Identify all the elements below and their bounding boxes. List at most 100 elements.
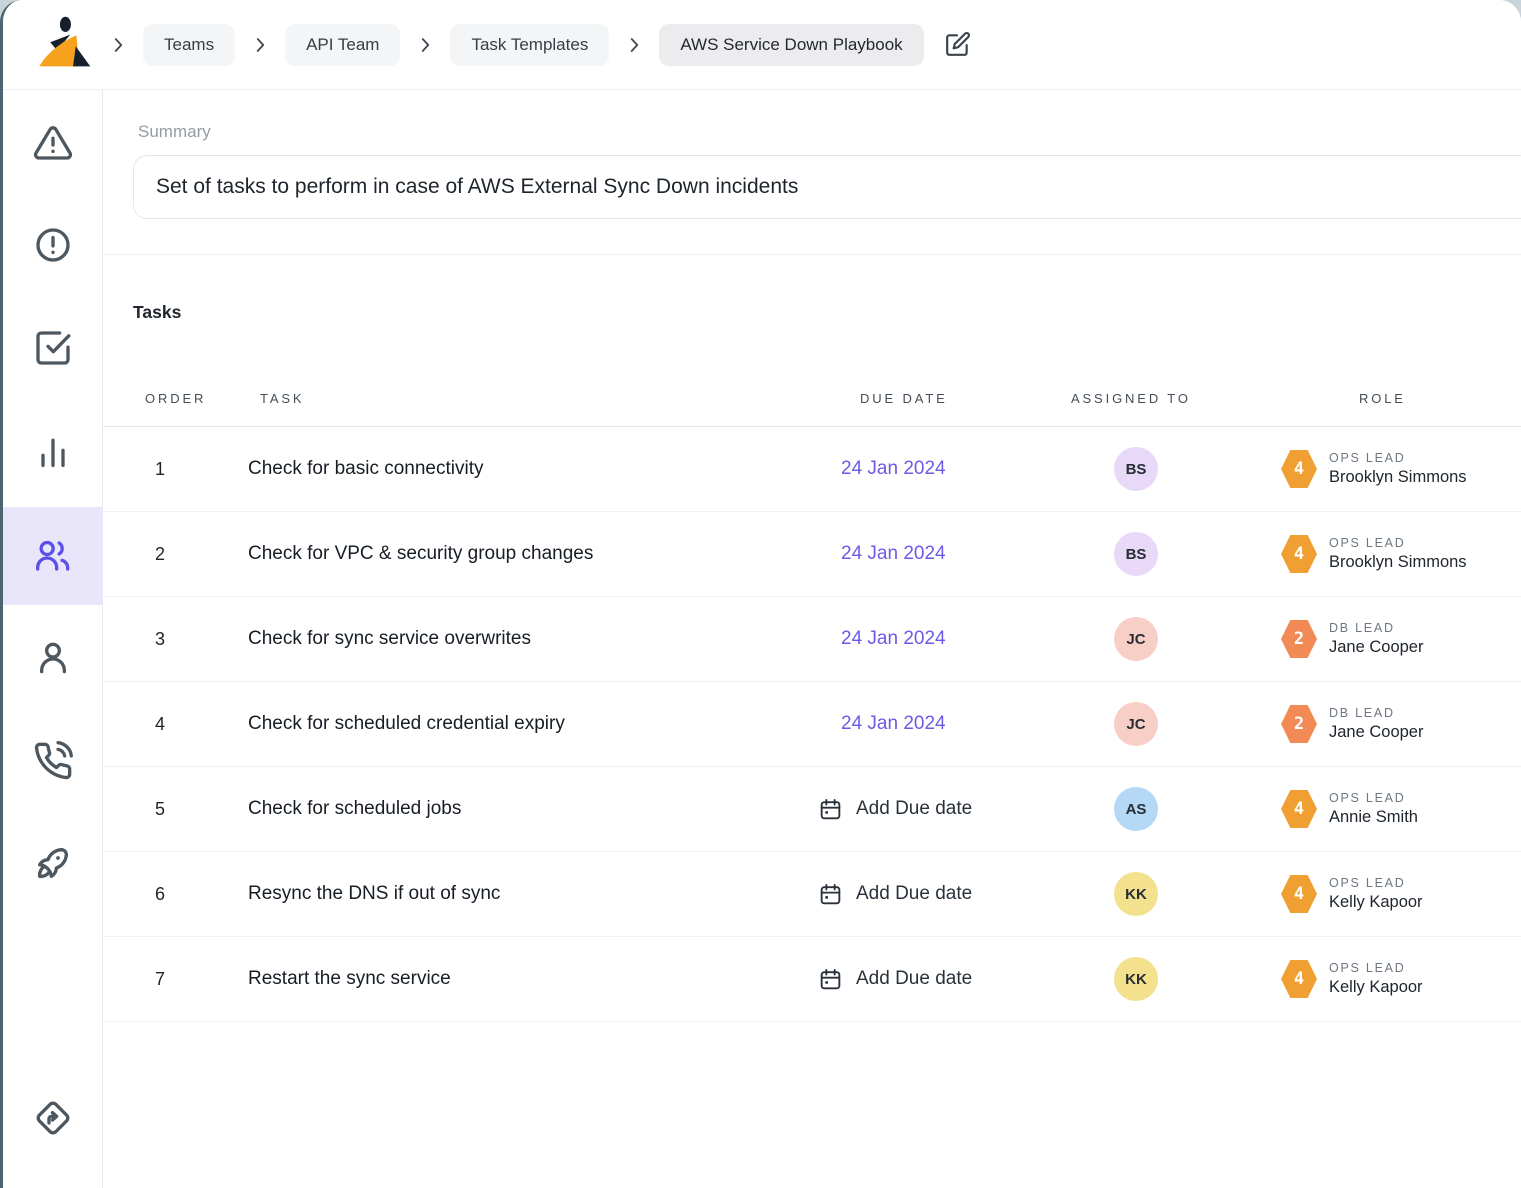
sidebar-item-incidents[interactable] — [3, 94, 103, 192]
add-due-date-button[interactable]: Add Due date — [818, 797, 972, 822]
sidebar-item-analytics[interactable] — [3, 403, 103, 501]
role-level-badge: 2 — [1281, 620, 1317, 658]
role-level: 4 — [1294, 799, 1304, 819]
role-label: OPS LEAD — [1329, 791, 1418, 805]
summary-label: Summary — [138, 122, 1521, 142]
due-date[interactable]: 24 Jan 2024 — [818, 628, 946, 650]
add-due-date-label: Add Due date — [856, 798, 972, 820]
role-level-badge: 4 — [1281, 535, 1317, 573]
sidebar-item-on-call[interactable] — [3, 712, 103, 810]
breadcrumb-item-api-team[interactable]: API Team — [285, 24, 400, 66]
assignee-avatar[interactable]: AS — [1114, 787, 1158, 831]
table-row[interactable]: 2 Check for VPC & security group changes… — [103, 512, 1521, 597]
table-row[interactable]: 3 Check for sync service overwrites 24 J… — [103, 597, 1521, 682]
sidebar-item-stakeholders[interactable] — [3, 814, 103, 912]
column-header-assigned-to: Assigned to — [1048, 391, 1281, 406]
assignee-avatar[interactable]: JC — [1114, 702, 1158, 746]
role-name: Brooklyn Simmons — [1329, 468, 1467, 487]
check-square-icon — [33, 328, 73, 368]
task-name: Check for scheduled credential expiry — [248, 713, 818, 735]
sidebar-item-tasks[interactable] — [3, 299, 103, 397]
assignee-avatar[interactable]: BS — [1114, 532, 1158, 576]
add-due-date-button[interactable]: Add Due date — [818, 882, 972, 907]
assignee-avatar[interactable]: JC — [1114, 617, 1158, 661]
due-date[interactable]: 24 Jan 2024 — [818, 458, 946, 480]
role-cell[interactable]: 4 OPS LEAD Brooklyn Simmons — [1281, 535, 1521, 573]
sidebar-item-integrations[interactable] — [3, 1069, 103, 1167]
role-level-badge: 4 — [1281, 960, 1317, 998]
due-date[interactable]: 24 Jan 2024 — [818, 543, 946, 565]
summary-input[interactable] — [133, 155, 1521, 219]
tasks-section: Tasks Order Task Due date Assigned to Ro… — [103, 255, 1521, 1022]
bar-chart-icon — [33, 432, 73, 472]
add-due-date-label: Add Due date — [856, 883, 972, 905]
role-level: 2 — [1294, 629, 1304, 649]
role-name: Kelly Kapoor — [1329, 978, 1423, 997]
role-cell[interactable]: 4 OPS LEAD Annie Smith — [1281, 790, 1521, 828]
task-name: Restart the sync service — [248, 968, 818, 990]
breadcrumb-item-task-templates[interactable]: Task Templates — [450, 24, 609, 66]
assignee-avatar[interactable]: KK — [1114, 957, 1158, 1001]
edit-playbook-name-button[interactable] — [944, 31, 972, 59]
top-bar: Teams API Team Task Templates AWS Servic… — [3, 0, 1521, 90]
task-order: 2 — [103, 544, 248, 565]
avatar-initials: BS — [1126, 546, 1147, 563]
table-row[interactable]: 5 Check for scheduled jobs Add Due date — [103, 767, 1521, 852]
calendar-icon — [818, 797, 843, 822]
role-label: OPS LEAD — [1329, 536, 1467, 550]
users-icon — [33, 536, 73, 576]
assignee-avatar[interactable]: KK — [1114, 872, 1158, 916]
role-cell[interactable]: 4 OPS LEAD Kelly Kapoor — [1281, 960, 1521, 998]
calendar-icon — [818, 967, 843, 992]
assignee-avatar[interactable]: BS — [1114, 447, 1158, 491]
role-level: 4 — [1294, 969, 1304, 989]
task-order: 3 — [103, 629, 248, 650]
chevron-right-icon — [249, 34, 271, 56]
breadcrumb-item-current-playbook[interactable]: AWS Service Down Playbook — [659, 24, 923, 66]
avatar-initials: BS — [1126, 461, 1147, 478]
avatar-initials: KK — [1125, 971, 1147, 988]
sidebar-item-alerts[interactable] — [3, 196, 103, 294]
sidebar-nav — [3, 90, 103, 1188]
sidebar-item-teams[interactable] — [3, 507, 103, 605]
role-cell[interactable]: 2 DB LEAD Jane Cooper — [1281, 620, 1521, 658]
table-row[interactable]: 4 Check for scheduled credential expiry … — [103, 682, 1521, 767]
role-name: Annie Smith — [1329, 808, 1418, 827]
add-due-date-label: Add Due date — [856, 968, 972, 990]
task-name: Check for basic connectivity — [248, 458, 818, 480]
role-cell[interactable]: 2 DB LEAD Jane Cooper — [1281, 705, 1521, 743]
avatar-initials: KK — [1125, 886, 1147, 903]
table-row[interactable]: 7 Restart the sync service Add Due date — [103, 937, 1521, 1022]
sidebar-item-profile[interactable] — [3, 609, 103, 707]
role-level: 2 — [1294, 714, 1304, 734]
table-row[interactable]: 1 Check for basic connectivity 24 Jan 20… — [103, 427, 1521, 512]
role-name: Brooklyn Simmons — [1329, 553, 1467, 572]
breadcrumb-item-teams[interactable]: Teams — [143, 24, 235, 66]
role-level: 4 — [1294, 459, 1304, 479]
task-order: 5 — [103, 799, 248, 820]
column-header-due-date: Due date — [818, 391, 1048, 406]
avatar-initials: JC — [1126, 716, 1145, 733]
table-row[interactable]: 6 Resync the DNS if out of sync Add Due … — [103, 852, 1521, 937]
role-label: OPS LEAD — [1329, 451, 1467, 465]
edit-icon — [945, 31, 971, 57]
app-window: Teams API Team Task Templates AWS Servic… — [0, 0, 1521, 1188]
task-name: Check for sync service overwrites — [248, 628, 818, 650]
task-name: Resync the DNS if out of sync — [248, 883, 818, 905]
summary-section: Summary — [103, 90, 1521, 255]
breadcrumb: Teams API Team Task Templates AWS Servic… — [143, 24, 972, 66]
role-label: DB LEAD — [1329, 706, 1423, 720]
role-cell[interactable]: 4 OPS LEAD Brooklyn Simmons — [1281, 450, 1521, 488]
directions-icon — [33, 1098, 73, 1138]
role-level-badge: 2 — [1281, 705, 1317, 743]
add-due-date-button[interactable]: Add Due date — [818, 967, 972, 992]
table-header-row: Order Task Due date Assigned to Role — [103, 370, 1521, 427]
rocket-icon — [33, 843, 73, 883]
role-label: OPS LEAD — [1329, 961, 1423, 975]
role-name: Kelly Kapoor — [1329, 893, 1423, 912]
due-date[interactable]: 24 Jan 2024 — [818, 713, 946, 735]
brand-logo-icon[interactable] — [31, 14, 93, 76]
alert-circle-icon — [33, 225, 73, 265]
role-cell[interactable]: 4 OPS LEAD Kelly Kapoor — [1281, 875, 1521, 913]
task-order: 1 — [103, 459, 248, 480]
